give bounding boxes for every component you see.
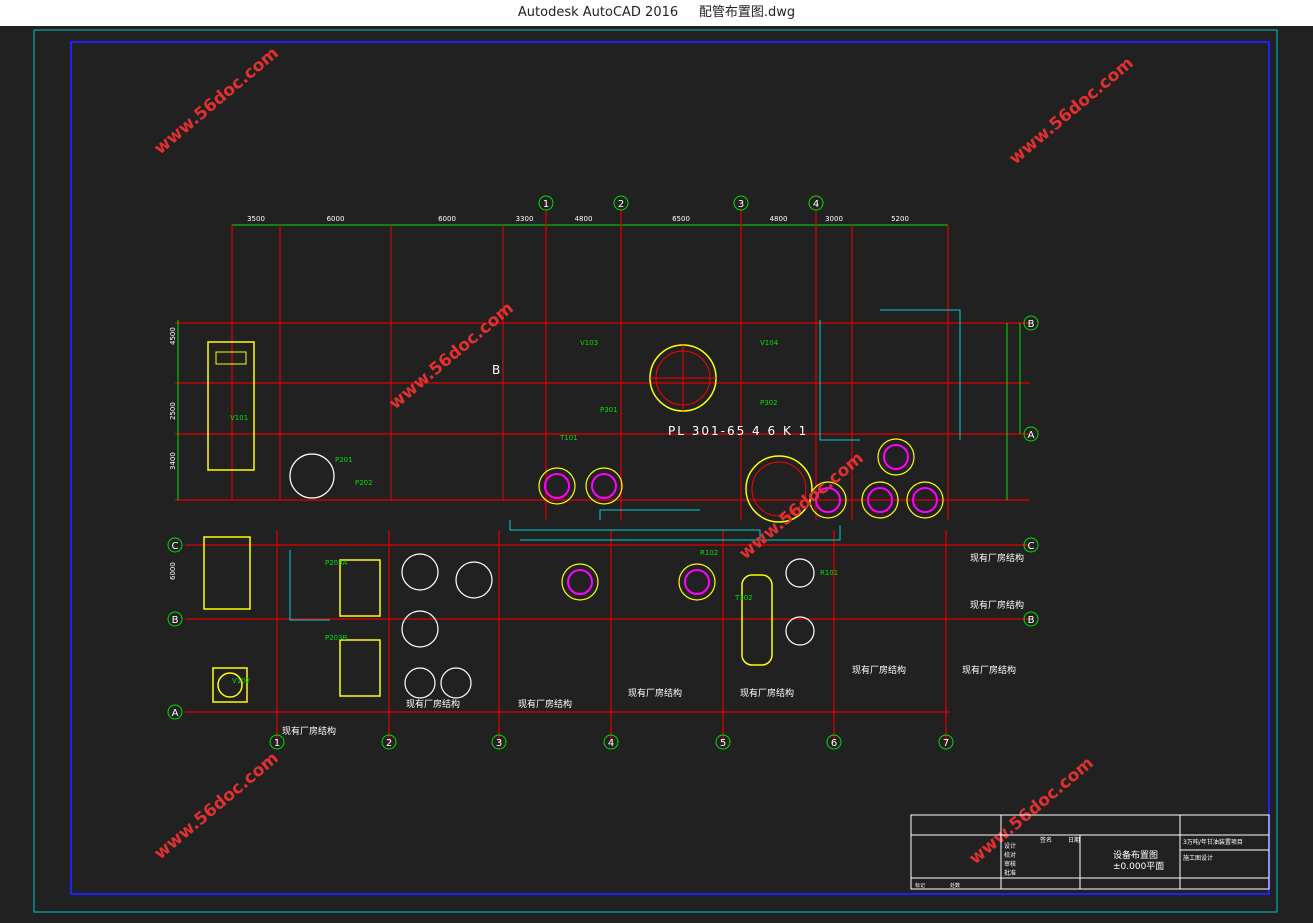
equipment-tag: P302: [760, 399, 778, 407]
svg-text:现有厂房结构: 现有厂房结构: [962, 664, 1016, 676]
app-name: Autodesk AutoCAD 2016: [517, 5, 679, 20]
svg-text:现有厂房结构: 现有厂房结构: [518, 698, 572, 710]
dimension-value: 4800: [770, 215, 788, 223]
svg-text:设计: 设计: [1004, 842, 1016, 850]
svg-text:现有厂房结构: 现有厂房结构: [406, 698, 460, 710]
equipment-tag: R102: [700, 549, 718, 557]
svg-text:B: B: [1028, 319, 1035, 330]
dimension-value: 5200: [891, 215, 909, 223]
reactor-r101: [649, 344, 717, 412]
equipment-tags: V101 P201 P202 P203A P203B V102 V103 V104 P301 P3…: [230, 339, 838, 685]
svg-text:5: 5: [720, 738, 726, 749]
agitator-blade: [591, 473, 617, 499]
title-block: 设备布置图 ±0.000平面 3万吨/年甘油装置项目 施工图设计 设计 校对 审…: [910, 814, 1270, 890]
tank-nozzle: [215, 351, 247, 365]
equipment-tag: V103: [580, 339, 598, 347]
equipment-tag: R101: [820, 569, 838, 577]
svg-text:B: B: [1028, 615, 1035, 626]
right-dimension-lines: [1006, 323, 1021, 500]
svg-text:审核: 审核: [1004, 860, 1016, 868]
svg-text:www.56doc.com: www.56doc.com: [150, 748, 282, 864]
equipment-tag: P203B: [325, 634, 348, 642]
outer-border: [33, 29, 1278, 913]
window-title-bar: Autodesk AutoCAD 2016 配管布置图.dwg: [0, 0, 1313, 26]
drawing-title: 设备布置图: [1113, 849, 1158, 861]
axis-bubbles-right-lower: C B: [1023, 537, 1039, 627]
svg-text:现有厂房结构: 现有厂房结构: [282, 725, 336, 737]
svg-text:现有厂房结构: 现有厂房结构: [970, 552, 1024, 564]
grid-lines: [175, 210, 1030, 742]
equipment-label: PL 301-65 4 6 K 1: [668, 424, 808, 438]
svg-text:现有厂房结构: 现有厂房结构: [740, 687, 794, 699]
axis-bubbles-right-upper: B A: [1023, 315, 1039, 442]
svg-text:3: 3: [496, 738, 502, 749]
dimension-value: 6000: [327, 215, 345, 223]
cad-drawing[interactable]: 3500 6000 6000 3300 4800 6500 4800 3000 5200 1 2: [0, 26, 1313, 919]
elevation-label: ±0.000平面: [1113, 861, 1164, 872]
svg-text:现有厂房结构: 现有厂房结构: [852, 664, 906, 676]
svg-text:www.56doc.com: www.56doc.com: [385, 298, 517, 414]
agitator-blade: [684, 569, 710, 595]
dimension-value: 4500: [169, 327, 177, 345]
svg-text:批准: 批准: [1004, 869, 1016, 877]
equipment-tag: P203A: [325, 559, 348, 567]
top-dimensions: 3500 6000 6000 3300 4800 6500 4800 3000 5200: [247, 215, 909, 223]
svg-text:现有厂房结构: 现有厂房结构: [970, 599, 1024, 611]
axis-bubbles-top: 1 2 3 4: [538, 195, 824, 211]
svg-text:7: 7: [943, 738, 949, 749]
equipment-tag: V102: [232, 677, 250, 685]
equipment-tag: P301: [600, 406, 618, 414]
equipment-tag: V104: [760, 339, 779, 347]
equipment-tag: V101: [230, 414, 248, 422]
dimension-value: 2500: [169, 402, 177, 420]
svg-text:处数: 处数: [950, 882, 960, 889]
section-mark: B: [492, 363, 500, 377]
agitator-blade: [883, 444, 909, 470]
dimension-value: 3300: [516, 215, 534, 223]
svg-text:校对: 校对: [1004, 851, 1016, 859]
svg-text:B: B: [172, 615, 179, 626]
svg-text:2: 2: [386, 738, 392, 749]
dimension-value: 3500: [247, 215, 265, 223]
svg-text:6: 6: [831, 738, 837, 749]
agitator-blade: [544, 473, 570, 499]
vertical-tank: [207, 341, 255, 471]
svg-text:2: 2: [618, 199, 624, 210]
svg-text:C: C: [1028, 541, 1035, 552]
dimension-value: 4800: [575, 215, 593, 223]
dimension-value: 6000: [438, 215, 456, 223]
svg-text:标记: 标记: [915, 882, 925, 889]
file-name: 配管布置图.dwg: [698, 5, 796, 20]
equipment-tag: T102: [734, 594, 753, 602]
svg-text:www.56doc.com: www.56doc.com: [150, 43, 282, 159]
existing-notes: 现有厂房结构 现有厂房结构 现有厂房结构 现有厂房结构 现有厂房结构 现有厂房结…: [282, 552, 1024, 737]
svg-text:4: 4: [608, 738, 614, 749]
svg-text:www.56doc.com: www.56doc.com: [1005, 53, 1137, 169]
svg-text:C: C: [172, 541, 179, 552]
svg-text:日期: 日期: [1068, 836, 1080, 844]
project-name: 3万吨/年甘油装置项目: [1183, 838, 1243, 846]
svg-text:签名: 签名: [1040, 836, 1052, 844]
svg-text:A: A: [172, 708, 179, 719]
svg-text:1: 1: [543, 199, 549, 210]
dimension-value: 6000: [169, 562, 177, 580]
svg-text:4: 4: [813, 199, 819, 210]
dimension-value: 6500: [672, 215, 690, 223]
svg-text:3: 3: [738, 199, 744, 210]
agitator-blade: [567, 569, 593, 595]
svg-text:现有厂房结构: 现有厂房结构: [628, 687, 682, 699]
equipment-tag: T101: [559, 434, 578, 442]
lower-tanks: [289, 453, 815, 699]
svg-text:www.56doc.com: www.56doc.com: [965, 753, 1097, 869]
drawing-canvas[interactable]: 3500 6000 6000 3300 4800 6500 4800 3000 5200 1 2: [0, 26, 1313, 919]
axis-bubbles-bottom: 1 2 3 4 5 6 7: [269, 734, 954, 750]
svg-text:A: A: [1028, 430, 1035, 441]
equipment-tag: P201: [335, 456, 353, 464]
design-stage: 施工图设计: [1183, 854, 1213, 862]
dimension-value: 3000: [825, 215, 843, 223]
watermark-group: www.56doc.com www.56doc.com www.56doc.co…: [150, 43, 1137, 869]
equipment-tag: P202: [355, 479, 373, 487]
dimension-value: 3400: [169, 452, 177, 470]
svg-text:1: 1: [274, 738, 280, 749]
